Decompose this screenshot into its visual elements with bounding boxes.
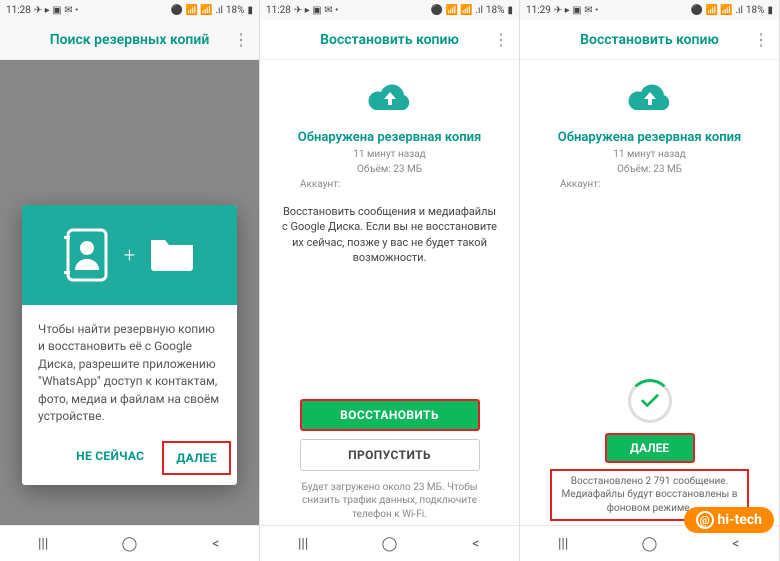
- status-battery: 18%: [486, 5, 505, 16]
- status-bar: 11:29 ✈ ▸ ▣ ✉ • ⚫ 📶 📶 .ıl 18% ▮: [520, 0, 779, 20]
- status-battery: 18%: [746, 5, 765, 16]
- skip-button[interactable]: ПРОПУСТИТЬ: [300, 439, 480, 471]
- hitech-watermark: @ hi-tech: [684, 507, 775, 533]
- nav-recent-button[interactable]: |||: [549, 536, 577, 552]
- status-bar: 11:28 ✈ ▸ ▣ ✉ • ⚫ 📶 📶 .ıl 18% ▮: [0, 0, 259, 20]
- more-menu-icon[interactable]: ⋮: [233, 32, 249, 48]
- status-battery: 18%: [226, 5, 245, 16]
- watermark-text: hi-tech: [718, 512, 763, 528]
- status-signal-icons: ⚫ 📶 📶 .ıl: [691, 5, 743, 16]
- status-time: 11:29: [526, 5, 551, 16]
- more-menu-icon[interactable]: ⋮: [753, 32, 769, 48]
- app-bar: Восстановить копию ⋮: [260, 20, 519, 60]
- status-app-icons: ✈ ▸ ▣ ✉ •: [34, 5, 79, 16]
- nav-back-button[interactable]: <: [462, 536, 490, 552]
- battery-icon: ▮: [507, 5, 513, 16]
- nav-back-button[interactable]: <: [202, 536, 230, 552]
- more-menu-icon[interactable]: ⋮: [493, 32, 509, 48]
- backup-found-title: Обнаружена резервная копия: [558, 130, 742, 145]
- backup-size: Объём: 23 МБ: [617, 164, 682, 175]
- phone-screen-1: 11:28 ✈ ▸ ▣ ✉ • ⚫ 📶 📶 .ıl 18% ▮ Поиск ре…: [0, 0, 260, 561]
- content-area: Обнаружена резервная копия 11 минут наза…: [520, 60, 779, 525]
- backup-age: 11 минут назад: [613, 149, 685, 160]
- dialog-actions: НЕ СЕЙЧАС ДАЛЕЕ: [22, 435, 237, 485]
- nav-recent-button[interactable]: |||: [289, 536, 317, 552]
- app-title: Восстановить копию: [320, 32, 459, 48]
- cloud-upload-icon: [366, 80, 414, 116]
- android-nav-bar: ||| ◯ <: [0, 525, 259, 561]
- phone-screen-2: 11:28 ✈ ▸ ▣ ✉ • ⚫ 📶 📶 .ıl 18% ▮ Восстано…: [260, 0, 520, 561]
- nav-home-button[interactable]: ◯: [375, 536, 403, 552]
- status-app-icons: ✈ ▸ ▣ ✉ •: [554, 5, 599, 16]
- data-usage-footnote: Будет загружено около 23 МБ. Чтобы снизи…: [290, 481, 489, 522]
- phone-screen-3: 11:29 ✈ ▸ ▣ ✉ • ⚫ 📶 📶 .ıl 18% ▮ Восстано…: [520, 0, 780, 561]
- app-title: Поиск резервных копий: [50, 32, 210, 48]
- cloud-upload-icon: [626, 80, 674, 116]
- status-time: 11:28: [6, 5, 31, 16]
- next-button[interactable]: ДАЛЕЕ: [605, 433, 695, 463]
- bottom-actions: ДАЛЕЕ Восстановлено 2 791 сообщение. Мед…: [540, 379, 759, 526]
- nav-home-button[interactable]: ◯: [635, 536, 663, 552]
- backup-size: Объём: 23 МБ: [357, 164, 422, 175]
- nav-recent-button[interactable]: |||: [29, 536, 57, 552]
- backup-account-label: Аккаунт:: [300, 179, 340, 190]
- restore-description: Восстановить сообщения и медиафайлы с Go…: [280, 204, 499, 266]
- status-app-icons: ✈ ▸ ▣ ✉ •: [294, 5, 339, 16]
- bottom-actions: ВОССТАНОВИТЬ ПРОПУСТИТЬ Будет загружено …: [280, 395, 499, 526]
- plus-icon: +: [124, 243, 135, 267]
- at-icon: @: [696, 511, 714, 529]
- next-button[interactable]: ДАЛЕЕ: [162, 441, 231, 475]
- not-now-button[interactable]: НЕ СЕЙЧАС: [64, 441, 156, 475]
- restore-button[interactable]: ВОССТАНОВИТЬ: [300, 399, 480, 431]
- status-bar: 11:28 ✈ ▸ ▣ ✉ • ⚫ 📶 📶 .ıl 18% ▮: [260, 0, 519, 20]
- dimmed-background: + Чтобы найти резервную копию и восстано…: [0, 60, 259, 525]
- contact-card-icon: [64, 228, 110, 282]
- folder-icon: [149, 234, 195, 276]
- content-area: Обнаружена резервная копия 11 минут наза…: [260, 60, 519, 525]
- permission-dialog: + Чтобы найти резервную копию и восстано…: [22, 205, 237, 485]
- app-title: Восстановить копию: [580, 32, 719, 48]
- progress-check-icon: [628, 379, 672, 423]
- backup-found-title: Обнаружена резервная копия: [298, 130, 482, 145]
- app-bar: Восстановить копию ⋮: [520, 20, 779, 60]
- status-signal-icons: ⚫ 📶 📶 .ıl: [431, 5, 483, 16]
- dialog-message: Чтобы найти резервную копию и восстанови…: [22, 305, 237, 435]
- nav-home-button[interactable]: ◯: [115, 536, 143, 552]
- app-bar: Поиск резервных копий ⋮: [0, 20, 259, 60]
- dialog-illustration: +: [22, 205, 237, 305]
- backup-age: 11 минут назад: [353, 149, 425, 160]
- backup-account-label: Аккаунт:: [560, 179, 600, 190]
- status-time: 11:28: [266, 5, 291, 16]
- battery-icon: ▮: [247, 5, 253, 16]
- status-signal-icons: ⚫ 📶 📶 .ıl: [171, 5, 223, 16]
- battery-icon: ▮: [767, 5, 773, 16]
- android-nav-bar: ||| ◯ <: [260, 525, 519, 561]
- nav-back-button[interactable]: <: [722, 536, 750, 552]
